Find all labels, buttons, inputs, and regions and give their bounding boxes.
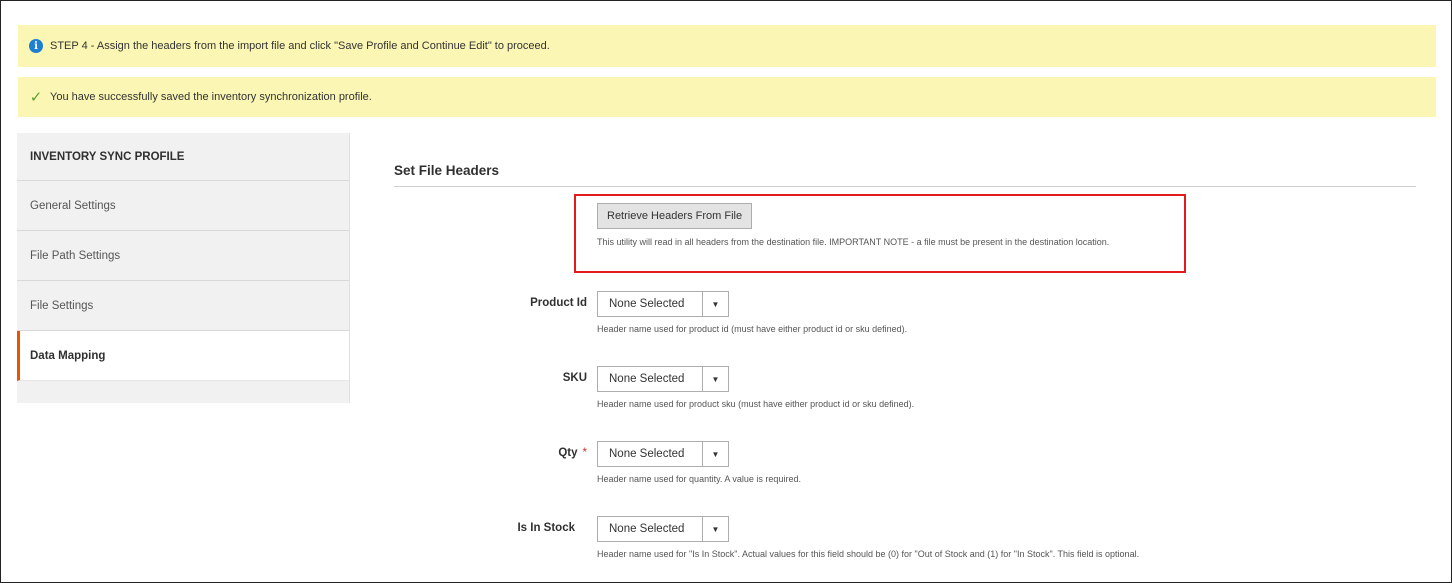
- checkmark-icon: ✓: [29, 89, 43, 106]
- sku-select[interactable]: None Selected ▼: [597, 366, 729, 392]
- info-message: i STEP 4 - Assign the headers from the i…: [18, 25, 1436, 67]
- product-id-select[interactable]: None Selected ▼: [597, 291, 729, 317]
- qty-label: Qty *: [558, 447, 587, 459]
- info-message-text: STEP 4 - Assign the headers from the imp…: [50, 40, 550, 52]
- sidebar-item-file-path-settings[interactable]: File Path Settings: [17, 231, 349, 281]
- sidebar-item-label: General Settings: [30, 199, 116, 212]
- is-in-stock-help: Header name used for "Is In Stock". Actu…: [597, 549, 1140, 559]
- success-message-text: You have successfully saved the inventor…: [50, 91, 372, 103]
- is-in-stock-select[interactable]: None Selected ▼: [597, 516, 729, 542]
- chevron-down-icon: ▼: [702, 517, 728, 541]
- sidebar-item-label: File Path Settings: [30, 249, 121, 262]
- sku-select-value: None Selected: [609, 373, 685, 385]
- sidebar-item-label: File Settings: [30, 299, 94, 312]
- retrieve-note: This utility will read in all headers fr…: [597, 237, 1110, 247]
- chevron-down-icon: ▼: [702, 442, 728, 466]
- success-message: ✓ You have successfully saved the invent…: [18, 77, 1436, 117]
- qty-select-value: None Selected: [609, 448, 685, 460]
- sidebar: INVENTORY SYNC PROFILE General Settings …: [17, 133, 350, 403]
- product-id-label: Product Id: [530, 297, 587, 309]
- is-in-stock-select-value: None Selected: [609, 523, 685, 535]
- is-in-stock-label: Is In Stock: [517, 522, 575, 534]
- section-divider: [394, 186, 1416, 187]
- chevron-down-icon: ▼: [702, 367, 728, 391]
- sidebar-item-label: Data Mapping: [30, 349, 106, 362]
- sidebar-item-data-mapping[interactable]: Data Mapping: [17, 331, 349, 381]
- info-icon: i: [29, 39, 43, 53]
- sidebar-item-file-settings[interactable]: File Settings: [17, 281, 349, 331]
- product-id-select-value: None Selected: [609, 298, 685, 310]
- product-id-help: Header name used for product id (must ha…: [597, 324, 908, 334]
- sku-help: Header name used for product sku (must h…: [597, 399, 915, 409]
- section-title: Set File Headers: [394, 163, 500, 178]
- sidebar-title: INVENTORY SYNC PROFILE: [17, 133, 349, 181]
- qty-select[interactable]: None Selected ▼: [597, 441, 729, 467]
- chevron-down-icon: ▼: [702, 292, 728, 316]
- retrieve-headers-button[interactable]: Retrieve Headers From File: [597, 203, 753, 229]
- page-frame: i STEP 4 - Assign the headers from the i…: [0, 0, 1452, 583]
- required-mark: *: [582, 447, 587, 459]
- sidebar-item-general-settings[interactable]: General Settings: [17, 181, 349, 231]
- sku-label: SKU: [562, 372, 587, 384]
- qty-help: Header name used for quantity. A value i…: [597, 474, 801, 484]
